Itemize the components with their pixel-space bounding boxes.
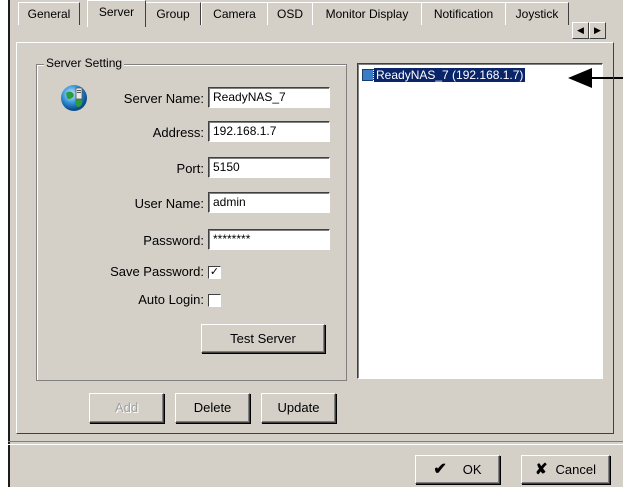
arrow-left-icon: ◀: [577, 25, 584, 35]
arrow-right-icon: ▶: [594, 25, 601, 35]
tab-scroll-right-button[interactable]: ▶: [589, 22, 606, 39]
footer-divider: [8, 441, 623, 445]
tab-server[interactable]: Server: [87, 0, 146, 27]
tab-notification[interactable]: Notification: [421, 2, 506, 25]
tab-camera[interactable]: Camera: [201, 2, 268, 25]
ok-button[interactable]: ✔ OK: [415, 455, 500, 484]
tab-joystick[interactable]: Joystick: [505, 2, 569, 25]
tab-monitor-display[interactable]: Monitor Display: [312, 2, 422, 25]
checkmark-icon: ✔: [433, 461, 447, 478]
tab-group[interactable]: Group: [145, 2, 201, 25]
tab-general[interactable]: General: [18, 2, 80, 25]
cancel-button[interactable]: ✘ Cancel: [521, 455, 610, 484]
tab-panel: [16, 42, 614, 434]
tab-osd[interactable]: OSD: [267, 2, 313, 25]
close-icon: ✘: [534, 461, 548, 478]
tab-scroll-left-button[interactable]: ◀: [572, 22, 589, 39]
